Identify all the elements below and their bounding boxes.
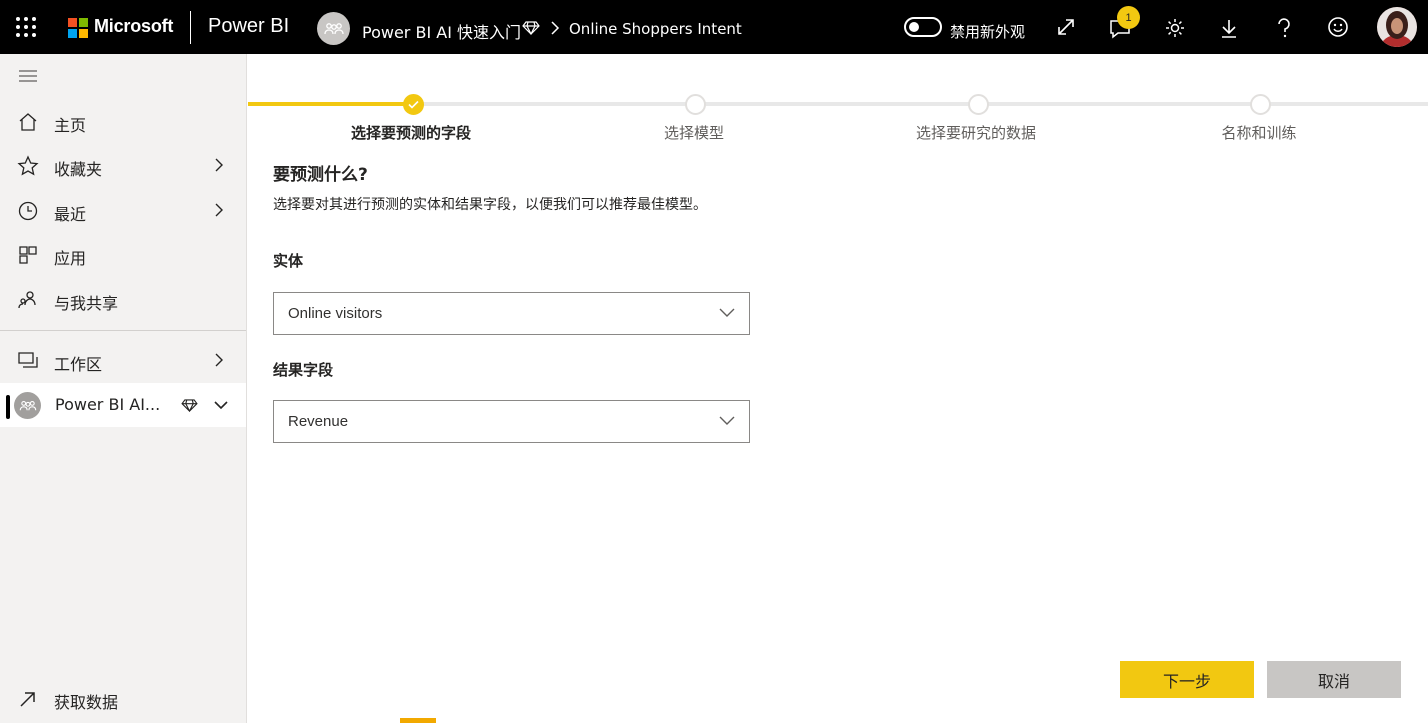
chevron-right-icon [215, 353, 223, 367]
workspaces-icon [18, 352, 38, 368]
divider [190, 11, 191, 44]
outcome-value: Revenue [288, 413, 349, 430]
shared-icon [18, 291, 36, 309]
step-4-label: 名称和训练 [1221, 124, 1297, 142]
sidebar-item-workspaces[interactable]: 工作区 [0, 339, 246, 383]
outcome-label: 结果字段 [273, 361, 334, 379]
clock-icon [18, 201, 38, 221]
microsoft-logo [68, 18, 88, 38]
active-indicator [6, 395, 10, 419]
new-look-toggle-label: 禁用新外观 [950, 23, 1026, 41]
entity-dropdown[interactable]: Online visitors [273, 292, 750, 335]
next-button[interactable]: 下一步 [1120, 661, 1254, 698]
entity-value: Online visitors [288, 305, 383, 322]
step-4-dot [1250, 94, 1271, 115]
sidebar-item-label: 与我共享 [54, 294, 119, 313]
download-icon[interactable] [1218, 17, 1240, 39]
sidebar-item-home[interactable]: 主页 [0, 100, 246, 144]
workspace-avatar [14, 392, 41, 419]
expand-icon[interactable] [1055, 16, 1077, 38]
chevron-down-icon[interactable] [213, 400, 229, 410]
sidebar-item-active-workspace[interactable]: Power BI AI... [0, 383, 246, 427]
step-2-dot [685, 94, 706, 115]
microsoft-brand: Microsoft [94, 16, 174, 36]
sidebar-item-recent[interactable]: 最近 [0, 189, 246, 233]
top-bar: Microsoft Power BI Power BI AI 快速入门 Onli… [0, 0, 1428, 54]
stepper-progress [248, 102, 414, 106]
feedback-icon[interactable] [1327, 16, 1349, 38]
breadcrumb-chevron-icon [551, 21, 560, 35]
cancel-button[interactable]: 取消 [1267, 661, 1401, 698]
step-3-dot [968, 94, 989, 115]
chevron-right-icon [215, 158, 223, 172]
notification-badge: 1 [1117, 6, 1140, 29]
sidebar-item-label: 应用 [54, 249, 87, 268]
premium-diamond-icon [181, 399, 198, 412]
product-name[interactable]: Power BI [208, 15, 289, 38]
new-look-toggle[interactable] [904, 17, 942, 37]
workspace-avatar [317, 12, 350, 45]
sidebar-item-label: 最近 [54, 205, 87, 224]
sidebar-item-label: 收藏夹 [54, 160, 103, 179]
chevron-right-icon [215, 203, 223, 217]
apps-icon [19, 246, 37, 264]
premium-diamond-icon [522, 21, 540, 35]
chevron-down-icon [719, 416, 735, 425]
sidebar-item-shared[interactable]: 与我共享 [0, 278, 246, 322]
sidebar-item-label: 主页 [54, 116, 87, 135]
entity-label: 实体 [273, 252, 304, 270]
breadcrumb-workspace[interactable]: Power BI AI 快速入门 [362, 19, 521, 43]
sidebar-item-get-data[interactable]: 获取数据 [0, 677, 246, 721]
page-description: 选择要对其进行预测的实体和结果字段，以便我们可以推荐最佳模型。 [273, 197, 707, 213]
taskbar-edge [400, 718, 436, 723]
waffle-icon[interactable] [16, 17, 36, 37]
hamburger-icon[interactable] [19, 70, 37, 82]
arrow-up-right-icon [20, 692, 35, 707]
gear-icon[interactable] [1164, 17, 1186, 39]
user-avatar[interactable] [1377, 7, 1417, 47]
wizard-panel: 选择要预测的字段 选择模型 选择要研究的数据 名称和训练 要预测什么? 选择要对… [248, 54, 1428, 723]
step-3-label: 选择要研究的数据 [915, 124, 1037, 142]
chevron-down-icon [719, 308, 735, 317]
sidebar-item-label: 获取数据 [54, 693, 119, 712]
outcome-dropdown[interactable]: Revenue [273, 400, 750, 443]
step-1-label: 选择要预测的字段 [350, 124, 472, 142]
home-icon [19, 113, 37, 131]
left-nav: 主页 收藏夹 最近 应用 与我共享 工作区 Power BI AI... 获取数… [0, 54, 247, 723]
help-icon[interactable] [1273, 17, 1295, 39]
sidebar-item-label: 工作区 [54, 355, 103, 374]
star-icon [17, 155, 39, 176]
sidebar-divider [0, 330, 246, 331]
page-title: 要预测什么? [273, 165, 368, 185]
sidebar-item-apps[interactable]: 应用 [0, 233, 246, 277]
breadcrumb-report[interactable]: Online Shoppers Intent [569, 20, 742, 38]
step-1-check-icon [403, 94, 424, 115]
step-2-label: 选择模型 [663, 124, 725, 142]
sidebar-item-favorites[interactable]: 收藏夹 [0, 144, 246, 188]
sidebar-item-label: Power BI AI... [55, 395, 161, 414]
